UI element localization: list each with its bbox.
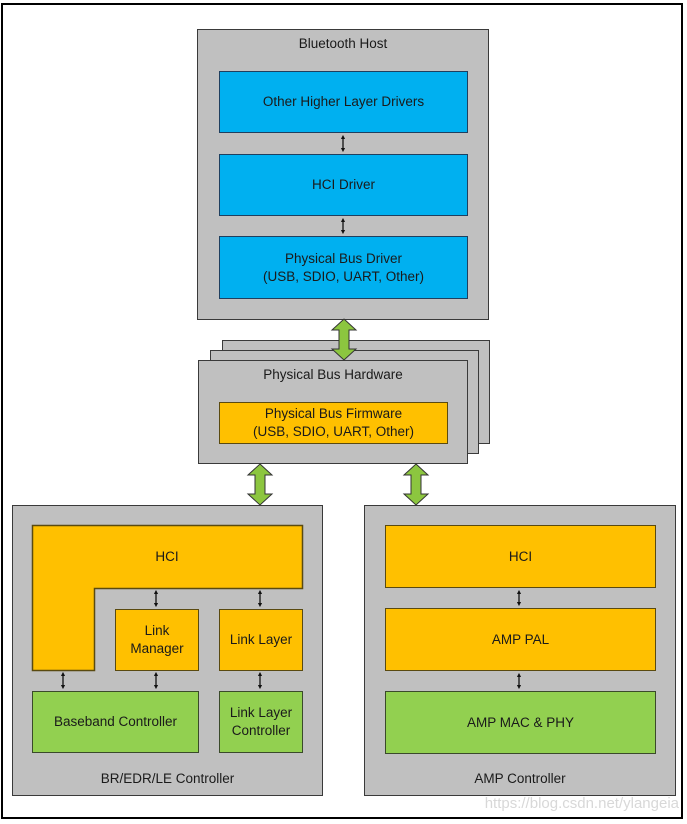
arrows-layer	[60, 134, 522, 690]
watermark: https://blog.csdn.net/ylangeia	[484, 795, 679, 812]
bus-bredr-arrow	[246, 463, 274, 506]
bus-amp-arrow	[402, 463, 430, 506]
host-bus-arrow	[330, 318, 358, 361]
